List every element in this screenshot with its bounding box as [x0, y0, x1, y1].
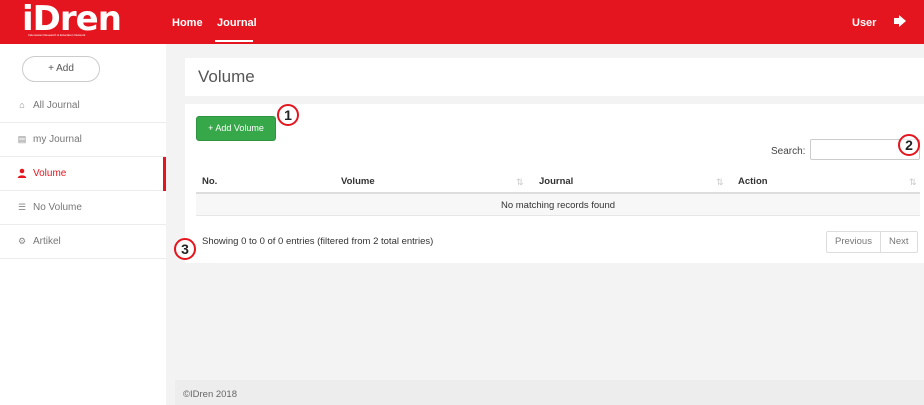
next-page-button[interactable]: Next	[879, 232, 917, 252]
nav-active-indicator	[215, 40, 253, 42]
column-header-volume[interactable]: Volume	[341, 176, 375, 187]
table-header: No. Volume ⇅ Journal ⇅ Action ⇅	[196, 168, 920, 194]
nav-home[interactable]: Home	[172, 17, 203, 29]
column-header-no[interactable]: No.	[202, 176, 217, 187]
pagination: Previous Next	[826, 231, 918, 253]
footer: ©IDren 2018	[175, 380, 924, 405]
list-icon: ☰	[17, 202, 27, 212]
active-indicator	[163, 157, 166, 191]
main-content: Volume + Add Volume Search: No. Volume ⇅…	[175, 44, 924, 405]
sign-out-icon[interactable]	[893, 14, 907, 28]
gear-icon: ⚙	[17, 236, 27, 246]
volume-table: No. Volume ⇅ Journal ⇅ Action ⇅ No match…	[196, 168, 920, 216]
sort-icon[interactable]: ⇅	[909, 177, 917, 188]
empty-table-message: No matching records found	[500, 200, 616, 211]
column-header-action[interactable]: Action	[738, 176, 768, 187]
sidebar-item-label: Volume	[33, 168, 67, 179]
sort-icon[interactable]: ⇅	[716, 177, 724, 188]
user-menu[interactable]: User	[852, 17, 876, 29]
sidebar-item-label: All Journal	[33, 100, 80, 111]
sidebar: + Add ⌂ All Journal ▤ my Journal Volume …	[0, 44, 166, 405]
logo-tagline: Indonesian Research & Education Network	[28, 33, 86, 37]
idren-logo[interactable]: iDren Indonesian Research & Education Ne…	[22, 0, 122, 38]
sidebar-item-label: No Volume	[33, 202, 82, 213]
page-title: Volume	[198, 67, 255, 86]
callout-marker-3: 3	[174, 238, 196, 260]
search-label: Search:	[771, 146, 806, 157]
top-navbar: iDren Indonesian Research & Education Ne…	[0, 0, 924, 44]
sidebar-item-artikel[interactable]: ⚙ Artikel	[0, 225, 166, 259]
sort-icon[interactable]: ⇅	[516, 177, 524, 188]
user-icon	[17, 168, 27, 178]
sidebar-item-label: my Journal	[33, 134, 82, 145]
column-header-journal[interactable]: Journal	[539, 176, 573, 187]
footer-copyright: ©IDren 2018	[183, 389, 238, 400]
callout-marker-1: 1	[277, 104, 299, 126]
add-volume-button[interactable]: + Add Volume	[196, 116, 276, 141]
nav-journal[interactable]: Journal	[217, 17, 257, 29]
sidebar-item-no-volume[interactable]: ☰ No Volume	[0, 191, 166, 225]
page-header: Volume	[185, 58, 924, 96]
table-info: Showing 0 to 0 of 0 entries (filtered fr…	[202, 236, 434, 247]
home-icon: ⌂	[19, 100, 25, 110]
add-button[interactable]: + Add	[22, 56, 100, 82]
sidebar-item-volume[interactable]: Volume	[0, 157, 166, 191]
table-row: No matching records found	[196, 194, 920, 216]
sidebar-item-all-journal[interactable]: ⌂ All Journal	[0, 89, 166, 123]
callout-marker-2: 2	[898, 134, 920, 156]
previous-page-button[interactable]: Previous	[827, 232, 880, 252]
volume-panel: + Add Volume Search: No. Volume ⇅ Journa…	[185, 104, 924, 263]
sidebar-item-my-journal[interactable]: ▤ my Journal	[0, 123, 166, 157]
sidebar-item-label: Artikel	[33, 236, 61, 247]
book-icon: ▤	[17, 134, 27, 144]
